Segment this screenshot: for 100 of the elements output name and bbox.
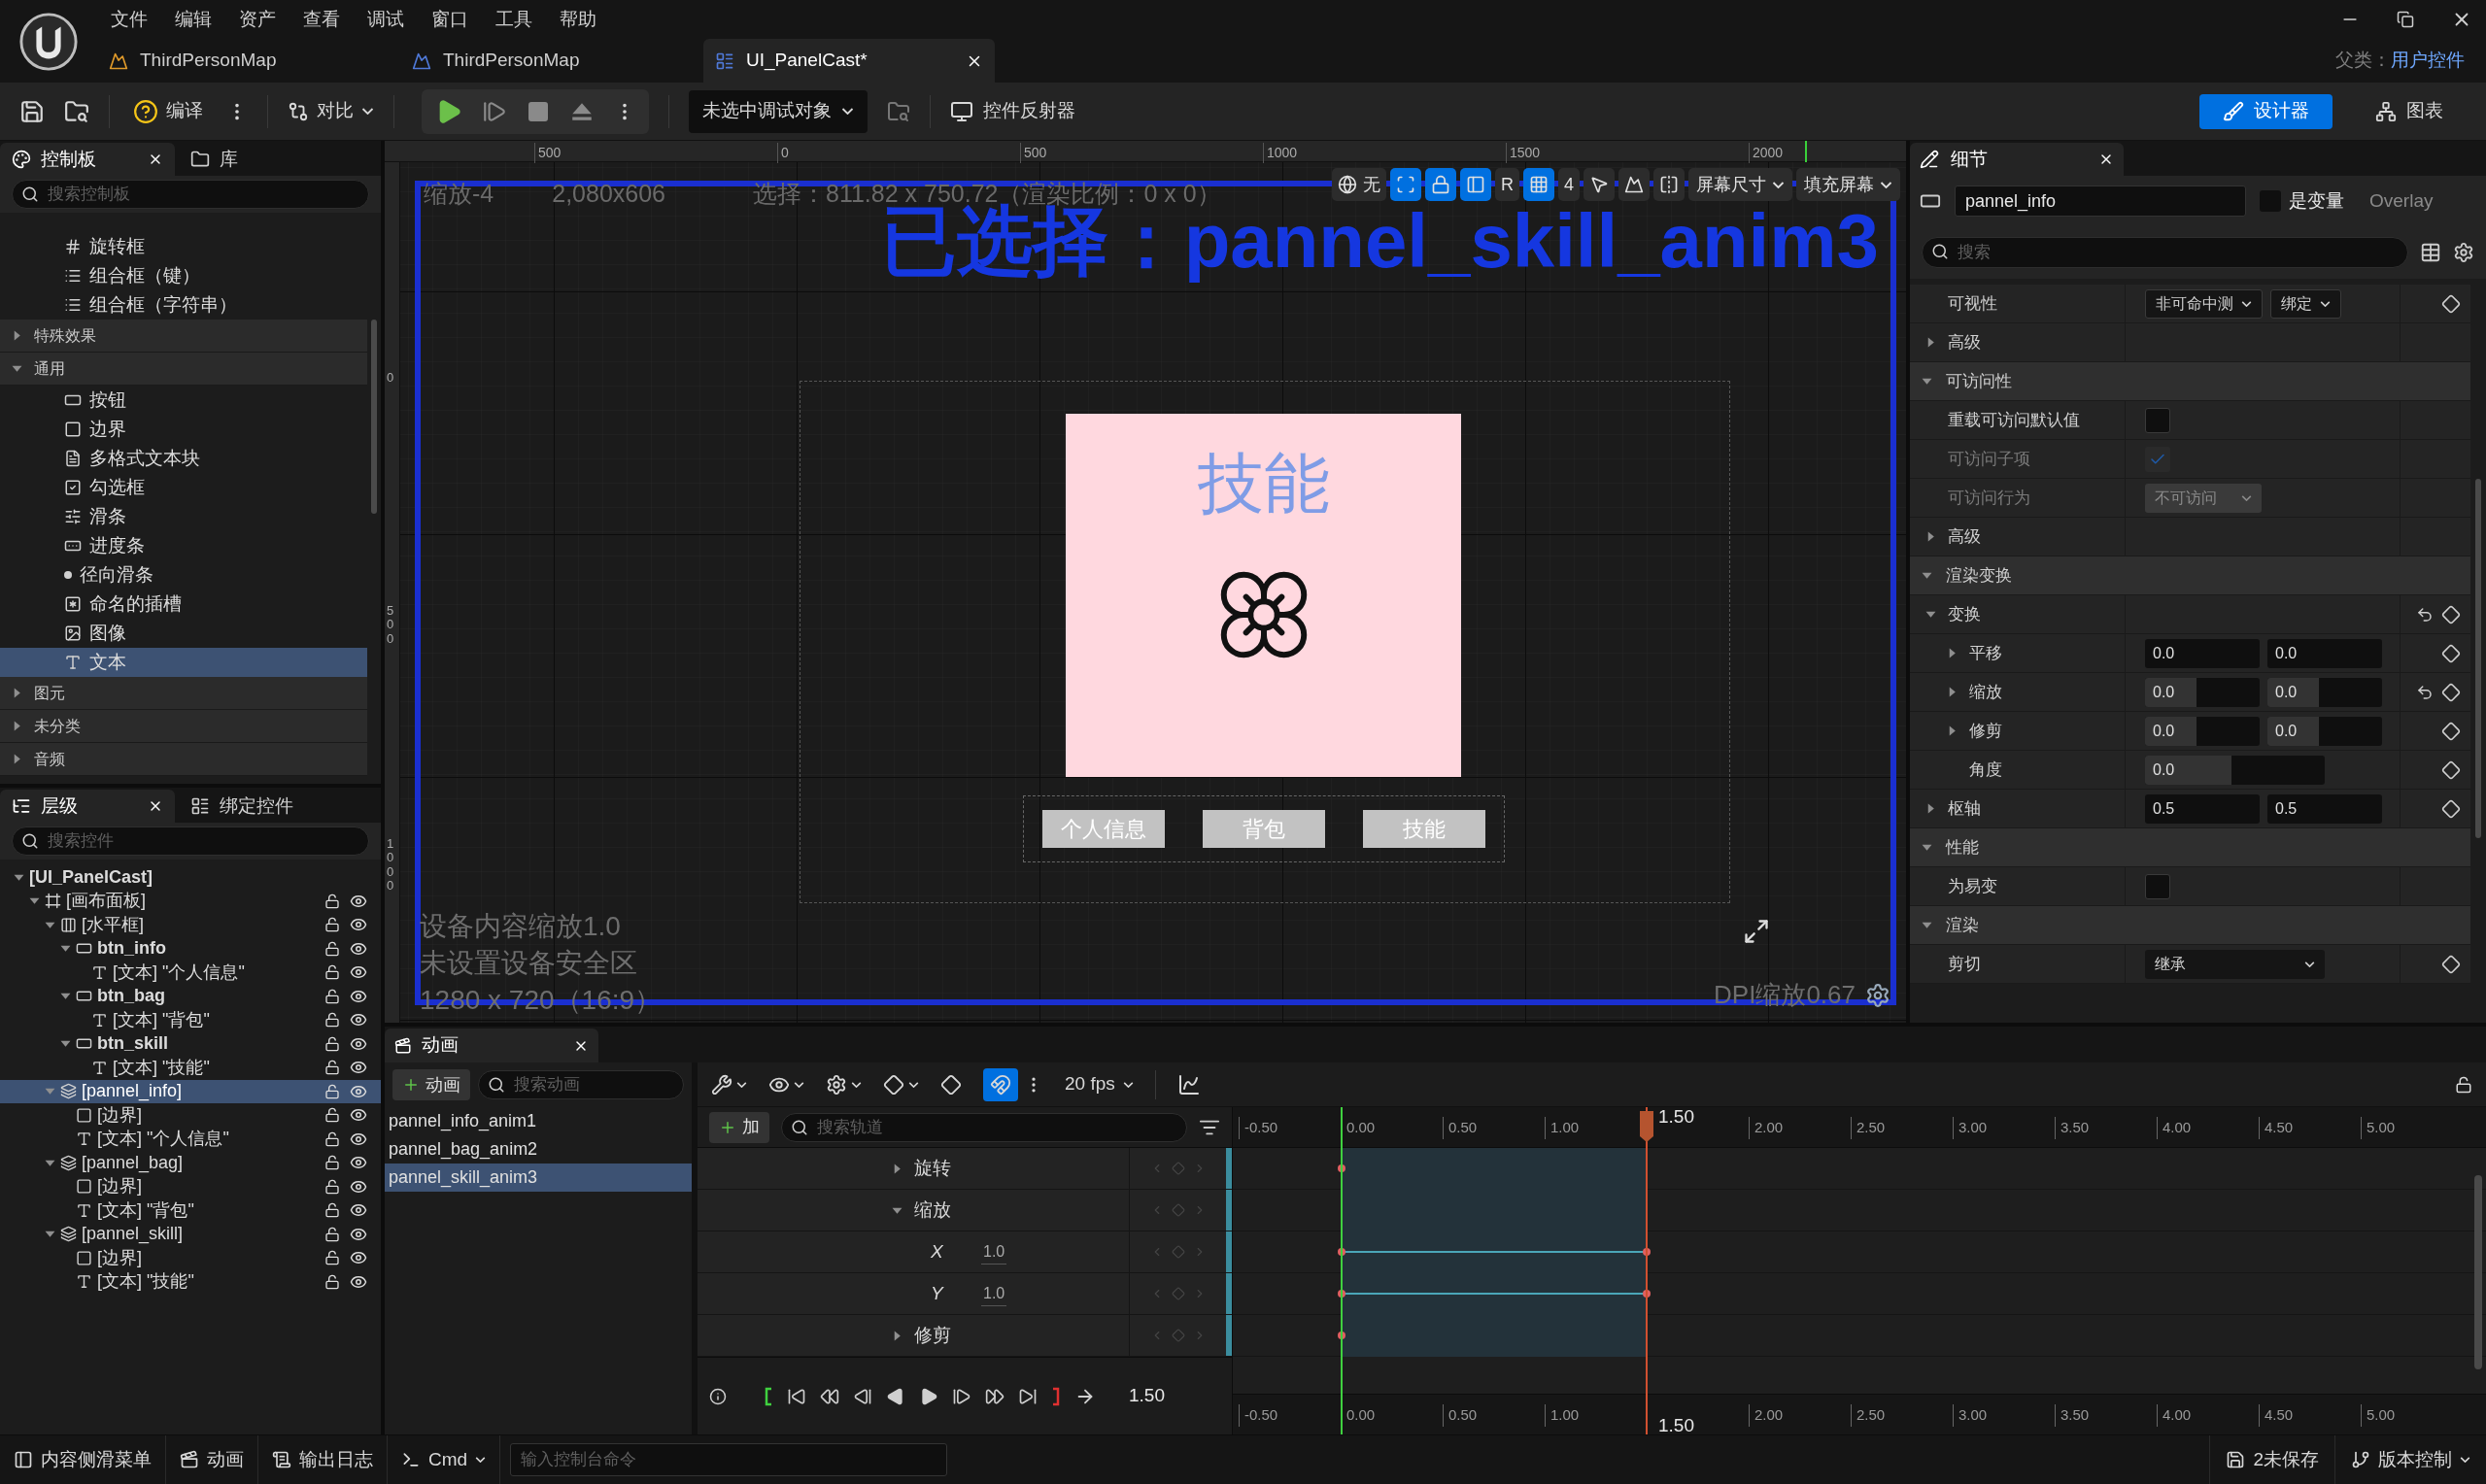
palette-item[interactable]: 按钮 (0, 386, 367, 415)
number-field[interactable]: 0.0 (2145, 638, 2260, 668)
hierarchy-item[interactable]: [pannel_skill] (0, 1222, 381, 1246)
palette-item[interactable]: 旋转框 (0, 232, 367, 261)
hierarchy-item[interactable]: [画布面板] (0, 889, 381, 913)
menu-item[interactable]: 调试 (354, 5, 418, 34)
category-header[interactable]: 可访问性 (1910, 362, 2470, 401)
number-field[interactable]: 0.0 (2267, 638, 2382, 668)
snap-toggle[interactable] (983, 1067, 1018, 1101)
engine-logo[interactable] (18, 11, 79, 72)
reverse-play-icon[interactable] (886, 1386, 905, 1406)
palette-item[interactable]: 组合框（键） (0, 261, 367, 290)
status-bar-button[interactable]: 内容侧滑菜单 (0, 1435, 166, 1484)
number-field[interactable]: 0.0 (2145, 716, 2260, 746)
keyframe-diamond-icon[interactable] (2441, 759, 2461, 780)
viewport-toggle[interactable] (1584, 168, 1615, 201)
search-field[interactable]: 搜索控制板 (12, 180, 369, 209)
viewport-toggle[interactable] (1390, 168, 1421, 201)
expand-arrow-icon[interactable] (1947, 687, 1958, 697)
expand-arrow-icon[interactable] (45, 1229, 55, 1240)
keyframe-diamond-icon[interactable] (2441, 682, 2461, 702)
hierarchy-item[interactable]: [文本] "技能" (0, 1269, 381, 1294)
expand-arrow-icon[interactable] (60, 1038, 71, 1050)
palette-item[interactable]: 勾选框 (0, 473, 367, 502)
category-header[interactable]: 性能 (1910, 828, 2470, 867)
scrollbar[interactable] (371, 320, 377, 514)
expand-arrow-icon[interactable] (45, 1086, 55, 1097)
fps-dropdown[interactable]: 20 fps (1065, 1070, 1134, 1098)
expand-arrow-icon[interactable] (892, 1163, 902, 1174)
document-tab[interactable]: ThirdPersonMap (400, 39, 692, 83)
unlock-icon[interactable] (324, 893, 340, 909)
checkbox[interactable] (2145, 873, 2170, 899)
playback-menu[interactable] (826, 1073, 862, 1096)
number-field[interactable]: 0.5 (2267, 793, 2382, 824)
viewport-toggle[interactable]: 无 (1332, 168, 1386, 201)
step-forward-icon[interactable] (952, 1386, 971, 1406)
browse-icon[interactable] (64, 98, 89, 124)
auto-key-icon[interactable] (940, 1073, 962, 1096)
category-header[interactable]: 未分类 (0, 710, 367, 743)
search-field[interactable]: 搜索 (1922, 237, 2408, 268)
document-tab[interactable]: ThirdPersonMap (97, 39, 389, 83)
category-header[interactable]: 渲染 (1910, 906, 2470, 945)
status-bar-button[interactable]: 版本控制 (2334, 1435, 2486, 1484)
expand-arrow-icon[interactable] (29, 895, 40, 907)
hierarchy-item[interactable]: [文本] "技能" (0, 1056, 381, 1080)
palette-item[interactable]: 图像 (0, 619, 367, 648)
menu-item[interactable]: 查看 (289, 5, 354, 34)
restore-icon[interactable] (2397, 11, 2414, 28)
scrollbar[interactable] (2475, 479, 2481, 838)
expand-arrow-icon[interactable] (12, 330, 22, 341)
keyframe-diamond-icon[interactable] (2441, 954, 2461, 974)
palette-item[interactable]: 进度条 (0, 531, 367, 560)
palette-item[interactable]: 组合框（字符串） (0, 290, 367, 320)
find-debug-object-icon[interactable] (887, 99, 910, 123)
animation-item[interactable]: pannel_bag_anim2 (385, 1135, 692, 1164)
palette-item[interactable]: 文本 (0, 648, 367, 677)
number-field[interactable]: 0.5 (2145, 793, 2260, 824)
step-back-icon[interactable] (853, 1386, 872, 1406)
expand-arrow-icon[interactable] (1947, 725, 1958, 736)
expand-arrow-icon[interactable] (12, 721, 22, 731)
diff-button[interactable]: 对比 (288, 97, 374, 125)
hierarchy-item[interactable]: [文本] "个人信息" (0, 1127, 381, 1151)
viewport-toggle[interactable] (1653, 168, 1685, 201)
expand-arrow-icon[interactable] (1922, 920, 1932, 930)
end-bracket-icon[interactable] (1051, 1386, 1061, 1406)
viewport-toggle[interactable]: R (1495, 168, 1519, 201)
menu-item[interactable]: 编辑 (161, 5, 225, 34)
menu-item[interactable]: 文件 (97, 5, 161, 34)
viewport-toggle[interactable] (1460, 168, 1491, 201)
unlock-icon[interactable] (2455, 1075, 2472, 1094)
expand-arrow-icon[interactable] (1925, 803, 1936, 814)
unlock-icon[interactable] (324, 1107, 340, 1124)
expand-arrow-icon[interactable] (1922, 842, 1932, 853)
widget-reflector-button[interactable]: 控件反射器 (950, 97, 1075, 125)
number-field[interactable]: 0.0 (2267, 677, 2382, 707)
status-bar-button[interactable]: 输出日志 (258, 1435, 388, 1484)
palette-item[interactable]: 边界 (0, 415, 367, 444)
panel-tab[interactable]: 库 (179, 143, 250, 176)
status-bar-button[interactable]: 动画 (166, 1435, 258, 1484)
unlock-icon[interactable] (324, 1273, 340, 1290)
keyframe-diamond-icon[interactable] (2441, 604, 2461, 624)
viewport-toggle[interactable] (1618, 168, 1650, 201)
unlock-icon[interactable] (324, 1178, 340, 1195)
tools-menu[interactable] (711, 1073, 747, 1096)
unlock-icon[interactable] (324, 1202, 340, 1219)
next-key-icon[interactable] (985, 1386, 1005, 1406)
keyframe-diamond-icon[interactable] (2441, 293, 2461, 314)
hierarchy-item[interactable]: [文本] "背包" (0, 1008, 381, 1032)
hierarchy-item[interactable]: [边界] (0, 1174, 381, 1198)
category-header[interactable]: 通用 (0, 353, 367, 386)
hierarchy-item[interactable]: [文本] "个人信息" (0, 961, 381, 985)
panel-tab[interactable]: 动画 (385, 1029, 598, 1062)
panel-tab[interactable]: 绑定控件 (179, 790, 305, 823)
search-field[interactable]: 搜索控件 (12, 826, 369, 856)
expand-arrow-icon[interactable] (1925, 609, 1936, 620)
unlock-icon[interactable] (324, 1060, 340, 1076)
mode-button[interactable]: 设计器 (2199, 93, 2333, 129)
start-bracket-icon[interactable] (764, 1386, 773, 1406)
search-field[interactable]: 搜索轨道 (781, 1112, 1187, 1142)
animation-item[interactable]: pannel_info_anim1 (385, 1107, 692, 1135)
